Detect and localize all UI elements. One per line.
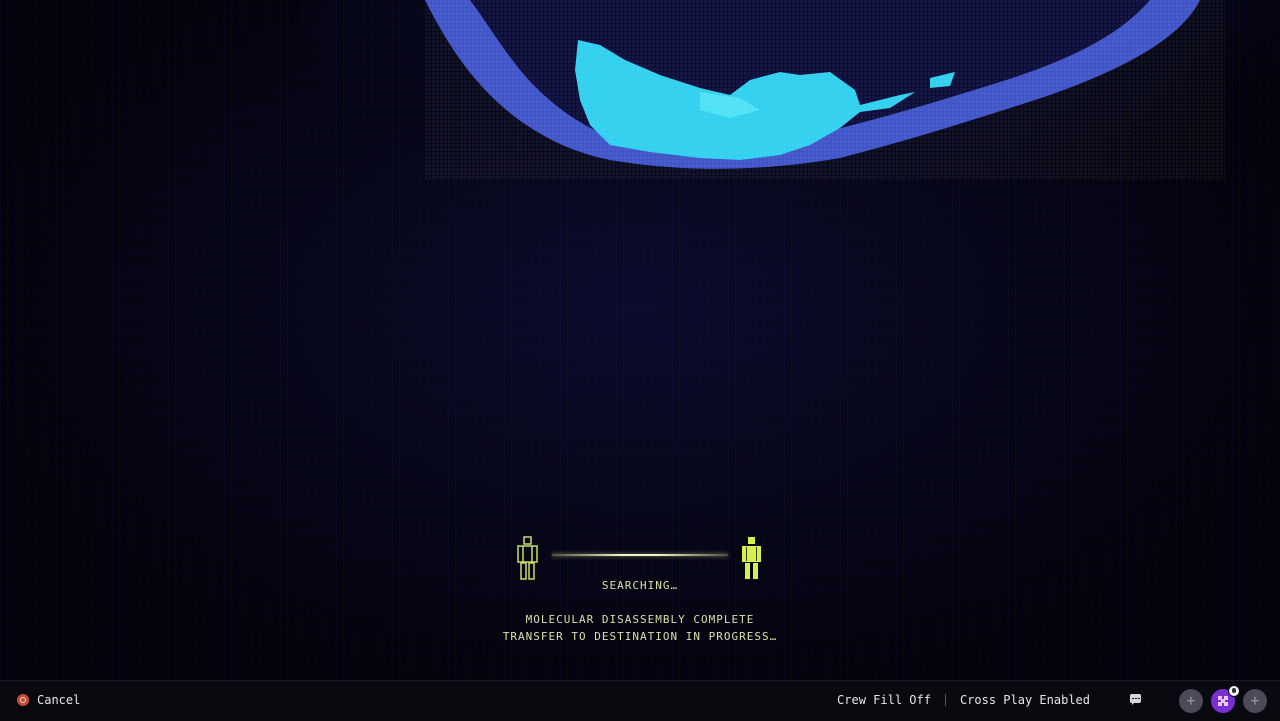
divider xyxy=(944,694,946,706)
cross-play-status: Cross Play Enabled xyxy=(959,693,1090,707)
transporter-scene: SEARCHING… MOLECULAR DISASSEMBLY COMPLET… xyxy=(0,0,1280,680)
microphone-icon xyxy=(1228,685,1240,697)
cancel-label: Cancel xyxy=(37,693,81,707)
plus-icon: + xyxy=(1250,693,1260,709)
lobby-settings: Crew Fill Off Cross Play Enabled xyxy=(837,693,1090,707)
circle-button-icon xyxy=(17,694,29,706)
transfer-beam xyxy=(552,554,728,556)
cancel-button[interactable]: Cancel xyxy=(17,693,80,707)
plus-icon: + xyxy=(1186,693,1196,709)
transfer-message-line2: TRANSFER TO DESTINATION IN PROGRESS… xyxy=(502,630,778,643)
transfer-message-line1: MOLECULAR DISASSEMBLY COMPLETE xyxy=(525,613,755,626)
crew-member-solid-icon xyxy=(742,537,761,579)
transfer-status-panel: SEARCHING… MOLECULAR DISASSEMBLY COMPLET… xyxy=(500,530,780,650)
bottom-bar: Cancel Crew Fill Off Cross Play Enabled … xyxy=(0,680,1280,721)
party-slot-1[interactable]: + xyxy=(1179,689,1203,713)
party-slot-2[interactable]: + xyxy=(1243,689,1267,713)
crew-fill-status: Crew Fill Off xyxy=(837,693,931,707)
searching-status: SEARCHING… xyxy=(601,579,679,592)
chat-bubble-icon[interactable] xyxy=(1130,694,1141,705)
crew-member-outline-icon xyxy=(517,536,538,580)
controller-avatar-icon xyxy=(1218,696,1228,706)
